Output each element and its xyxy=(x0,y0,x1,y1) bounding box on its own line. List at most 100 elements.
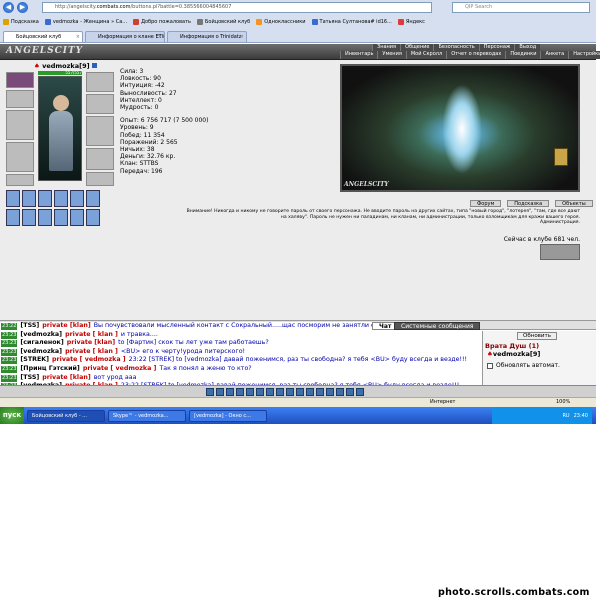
toolbar-icon[interactable] xyxy=(276,387,284,396)
forum-button[interactable]: Форум xyxy=(470,200,502,207)
chat-private-tag[interactable]: private [ klan ] xyxy=(65,348,118,357)
bookmark-item[interactable]: Добро пожаловать xyxy=(133,19,191,25)
toolbar-icon[interactable] xyxy=(206,387,214,396)
start-button[interactable]: пуск xyxy=(0,407,24,424)
spell-slot-icon[interactable] xyxy=(70,209,84,226)
chat-private-tag[interactable]: private [ vedmozka ] xyxy=(83,365,157,374)
toolbar-icon[interactable] xyxy=(216,387,224,396)
character-name[interactable]: vedmozka xyxy=(42,62,79,70)
toolbar-icon[interactable] xyxy=(256,387,264,396)
chat-private-tag[interactable]: private [ vedmozka ] xyxy=(52,356,126,365)
chat-nick[interactable]: [TSS] xyxy=(20,374,39,383)
spell-slot-icon[interactable] xyxy=(6,209,20,226)
search-input[interactable]: QIP Search xyxy=(452,2,590,13)
toolbar-icon[interactable] xyxy=(226,387,234,396)
boots-slot-icon[interactable] xyxy=(86,172,114,186)
spell-slot-icon[interactable] xyxy=(6,190,20,207)
gloves-slot-icon[interactable] xyxy=(86,94,114,114)
room-user[interactable]: ♠vedmozka[9] xyxy=(487,350,540,358)
chat-time[interactable]: 23:23 xyxy=(1,340,18,348)
belt-slot-icon[interactable] xyxy=(6,174,34,186)
spell-slot-icon[interactable] xyxy=(38,190,52,207)
spell-slot-icon[interactable] xyxy=(86,209,100,226)
chat-nick[interactable]: [TSS] xyxy=(20,322,39,331)
chat-nick[interactable]: [vedmozka] xyxy=(20,348,62,357)
address-bar[interactable]: http://angelscity.combats.com/buttons.pl… xyxy=(42,2,432,13)
spell-slot-icon[interactable] xyxy=(54,190,68,207)
chat-time[interactable]: 23:23 xyxy=(1,348,18,356)
refresh-button[interactable]: Обновить xyxy=(517,332,557,340)
toolbar-icon[interactable] xyxy=(326,387,334,396)
menu-item[interactable]: Мой Скролл xyxy=(405,51,447,59)
language-indicator[interactable]: RU xyxy=(562,413,569,419)
chat-time[interactable]: 23:23 xyxy=(1,374,18,382)
spell-slot-icon[interactable] xyxy=(54,209,68,226)
spell-slot-icon[interactable] xyxy=(22,209,36,226)
toolbar-icon[interactable] xyxy=(346,387,354,396)
forward-icon[interactable]: ▶ xyxy=(17,2,28,13)
menu-item[interactable]: Выход xyxy=(514,44,541,51)
spell-slot-icon[interactable] xyxy=(70,190,84,207)
toolbar-icon[interactable] xyxy=(236,387,244,396)
auto-refresh-toggle[interactable]: Обновлять автомат. xyxy=(487,362,560,369)
menu-item[interactable]: Инвентарь xyxy=(340,51,378,59)
bookmark-item[interactable]: Бойцовский клуб xyxy=(196,19,250,25)
toolbar-icon[interactable] xyxy=(316,387,324,396)
chat-nick[interactable]: [vedmozka] xyxy=(20,331,62,340)
menu-item[interactable]: Настройки xyxy=(568,51,600,59)
location-image[interactable]: ANGELSCITY xyxy=(340,64,580,192)
help-button[interactable]: Подсказка xyxy=(507,200,550,207)
chat-time[interactable]: 23:23 xyxy=(1,365,18,373)
browser-tab[interactable]: Информация о клане ETW × xyxy=(85,31,165,42)
close-tab-icon[interactable]: × xyxy=(240,32,244,42)
spell-slot-icon[interactable] xyxy=(86,190,100,207)
toolbar-icon[interactable] xyxy=(266,387,274,396)
toolbar-icon[interactable] xyxy=(306,387,314,396)
browser-tab[interactable]: Информация о Trinidatz × xyxy=(167,31,247,42)
menu-item[interactable]: Отчет о переводах xyxy=(446,51,506,59)
earring-slot-icon[interactable] xyxy=(86,72,114,92)
ring-slot-icon[interactable] xyxy=(86,148,114,170)
zoom-level[interactable]: 100% xyxy=(556,398,570,407)
menu-item[interactable]: Безопасность xyxy=(433,44,479,51)
spell-slot-icon[interactable] xyxy=(38,209,52,226)
chat-nick[interactable]: [STREK] xyxy=(20,356,49,365)
bookmark-item[interactable]: Подсказка xyxy=(3,19,39,25)
room-user-name[interactable]: vedmozka[9] xyxy=(493,350,541,358)
chat-time[interactable]: 23:23 xyxy=(1,357,18,365)
bookmark-item[interactable]: Татьяна Султанова# id16... xyxy=(311,19,392,25)
toolbar-icon[interactable] xyxy=(286,387,294,396)
chat-nick[interactable]: [сигаленок] xyxy=(20,339,63,348)
weapon-slot-icon[interactable] xyxy=(6,110,34,140)
chat-private-tag[interactable]: private [klan] xyxy=(42,322,90,331)
toolbar-icon[interactable] xyxy=(246,387,254,396)
armor-slot-icon[interactable] xyxy=(6,142,34,172)
menu-item[interactable]: Поединки xyxy=(505,51,541,59)
chat-private-tag[interactable]: private [ klan ] xyxy=(65,331,118,340)
lantern-icon[interactable] xyxy=(554,148,568,166)
taskbar-item[interactable]: Бойцовский клуб - ... xyxy=(27,409,105,422)
menu-item[interactable]: Общение xyxy=(400,44,434,51)
chat-private-tag[interactable]: private [klan] xyxy=(67,339,115,348)
amulet-slot-icon[interactable] xyxy=(6,90,34,108)
toolbar-icon[interactable] xyxy=(336,387,344,396)
menu-item[interactable]: Знания xyxy=(372,44,401,51)
bookmark-item[interactable]: Яндекс xyxy=(397,19,425,25)
helmet-slot-icon[interactable] xyxy=(6,72,34,88)
bookmark-item[interactable]: vedmozka - Женщина » Са... xyxy=(44,19,127,25)
menu-item[interactable]: Умения xyxy=(377,51,406,59)
shield-slot-icon[interactable] xyxy=(86,116,114,146)
back-icon[interactable]: ◀ xyxy=(3,2,14,13)
close-tab-icon[interactable]: × xyxy=(76,32,80,42)
close-tab-icon[interactable]: × xyxy=(158,32,162,42)
tab-system-messages[interactable]: Системные сообщения xyxy=(394,322,481,330)
chat-time[interactable]: 23:23 xyxy=(1,331,18,339)
toolbar-icon[interactable] xyxy=(296,387,304,396)
chat-nick[interactable]: [Принц Гэтский] xyxy=(20,365,79,374)
toolbar-icon[interactable] xyxy=(356,387,364,396)
info-icon[interactable] xyxy=(91,63,97,68)
bookmark-item[interactable]: Одноклассники xyxy=(256,19,306,25)
objects-button[interactable]: Объекты xyxy=(555,200,593,207)
chat-time[interactable]: 23:22 xyxy=(1,323,18,330)
spell-slot-icon[interactable] xyxy=(22,190,36,207)
